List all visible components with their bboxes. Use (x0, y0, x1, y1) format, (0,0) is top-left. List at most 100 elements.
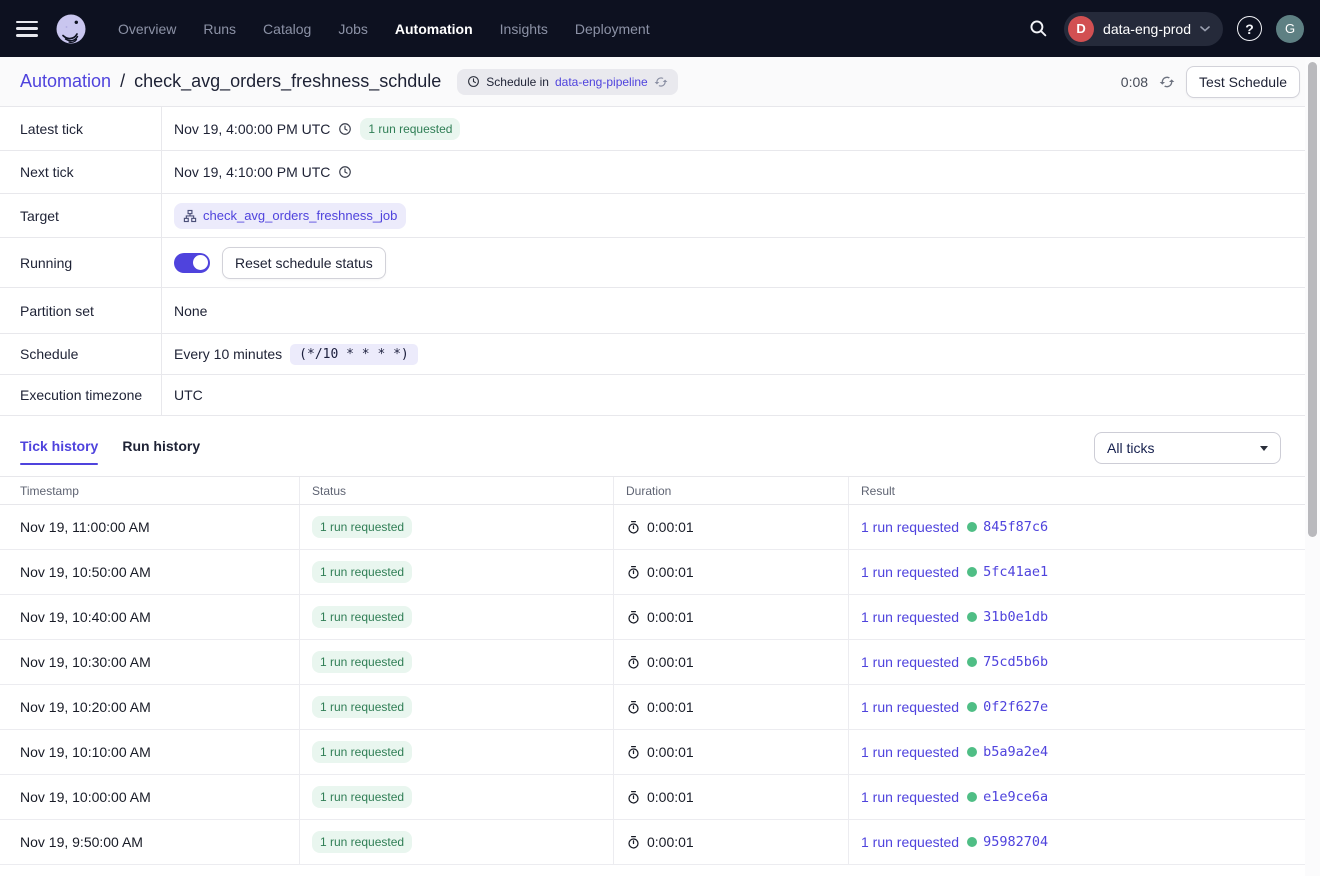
page-title: check_avg_orders_freshness_schdule (134, 71, 441, 92)
tick-timestamp: Nov 19, 10:10:00 AM (0, 730, 300, 774)
table-row: Nov 19, 10:50:00 AM 1 run requested 0:00… (0, 550, 1305, 595)
run-status-dot (967, 792, 977, 802)
detail-row-latest-tick: Latest tick Nov 19, 4:00:00 PM UTC 1 run… (0, 107, 1320, 151)
workspace-switcher[interactable]: D data-eng-prod (1064, 12, 1223, 46)
run-status-dot (967, 702, 977, 712)
table-row: Nov 19, 10:20:00 AM 1 run requested 0:00… (0, 685, 1305, 730)
search-icon[interactable] (1026, 17, 1050, 41)
run-id-link[interactable]: 845f87c6 (983, 519, 1048, 535)
run-id-link[interactable]: 0f2f627e (983, 699, 1048, 715)
run-status-dot (967, 837, 977, 847)
result-link[interactable]: 1 run requested (861, 789, 959, 805)
partition-set-value: None (174, 303, 207, 319)
reload-repo-icon[interactable] (654, 75, 668, 89)
col-header-status: Status (300, 477, 614, 504)
menu-icon[interactable] (16, 21, 38, 37)
stopwatch-icon (626, 745, 641, 760)
tick-filter-select[interactable]: All ticks (1094, 432, 1281, 464)
tick-timestamp: Nov 19, 10:20:00 AM (0, 685, 300, 729)
clock-icon (338, 122, 352, 136)
stopwatch-icon (626, 565, 641, 580)
tick-history-table: Timestamp Status Duration Result Nov 19,… (0, 476, 1305, 865)
stopwatch-icon (626, 610, 641, 625)
workspace-avatar: D (1068, 16, 1094, 42)
detail-label: Execution timezone (0, 375, 162, 415)
target-job-link[interactable]: check_avg_orders_freshness_job (203, 208, 397, 223)
scrollbar-thumb[interactable] (1308, 62, 1317, 537)
run-id-link[interactable]: e1e9ce6a (983, 789, 1048, 805)
nav-item-automation[interactable]: Automation (395, 21, 473, 37)
tick-timestamp: Nov 19, 10:00:00 AM (0, 775, 300, 819)
result-link[interactable]: 1 run requested (861, 609, 959, 625)
detail-label: Next tick (0, 151, 162, 193)
result-link[interactable]: 1 run requested (861, 519, 959, 535)
tab-run-history[interactable]: Run history (122, 438, 200, 465)
user-avatar[interactable]: G (1276, 15, 1304, 43)
col-header-timestamp: Timestamp (0, 477, 300, 504)
status-badge: 1 run requested (312, 516, 412, 538)
tick-timestamp: Nov 19, 10:50:00 AM (0, 550, 300, 594)
col-header-result: Result (849, 477, 1305, 504)
test-schedule-button[interactable]: Test Schedule (1186, 66, 1300, 98)
tab-tick-history[interactable]: Tick history (20, 438, 98, 465)
next-tick-value: Nov 19, 4:10:00 PM UTC (174, 164, 330, 180)
nav-item-deployment[interactable]: Deployment (575, 21, 650, 37)
job-graph-icon (183, 209, 197, 223)
nav-right: D data-eng-prod ? G (1026, 12, 1304, 46)
cron-expression: (*/10 * * * *) (290, 344, 418, 365)
nav-item-insights[interactable]: Insights (500, 21, 548, 37)
result-link[interactable]: 1 run requested (861, 654, 959, 670)
detail-row-target: Target check_avg_orders_freshness_job (0, 194, 1320, 238)
caret-down-icon (1260, 446, 1268, 451)
timezone-value: UTC (174, 387, 203, 403)
status-badge: 1 run requested (312, 741, 412, 763)
status-badge: 1 run requested (312, 651, 412, 673)
run-id-link[interactable]: 75cd5b6b (983, 654, 1048, 670)
repo-link[interactable]: data-eng-pipeline (555, 75, 648, 89)
status-badge: 1 run requested (312, 606, 412, 628)
dagster-logo-icon (54, 12, 88, 46)
table-row: Nov 19, 11:00:00 AM 1 run requested 0:00… (0, 505, 1305, 550)
run-id-link[interactable]: b5a9a2e4 (983, 744, 1048, 760)
table-row: Nov 19, 9:50:00 AM 1 run requested 0:00:… (0, 820, 1305, 865)
help-icon[interactable]: ? (1237, 16, 1262, 41)
result-link[interactable]: 1 run requested (861, 564, 959, 580)
table-header: Timestamp Status Duration Result (0, 476, 1305, 505)
run-id-link[interactable]: 5fc41ae1 (983, 564, 1048, 580)
result-link[interactable]: 1 run requested (861, 834, 959, 850)
detail-row-running: Running Reset schedule status (0, 238, 1320, 288)
detail-label: Latest tick (0, 107, 162, 150)
breadcrumb-bar: Automation / check_avg_orders_freshness_… (0, 57, 1320, 107)
latest-tick-status-badge: 1 run requested (360, 118, 460, 140)
result-link[interactable]: 1 run requested (861, 744, 959, 760)
run-status-dot (967, 747, 977, 757)
nav-item-jobs[interactable]: Jobs (338, 21, 368, 37)
stopwatch-icon (626, 790, 641, 805)
nav-item-runs[interactable]: Runs (203, 21, 236, 37)
workspace-name: data-eng-prod (1103, 21, 1191, 37)
tick-timestamp: Nov 19, 9:50:00 AM (0, 820, 300, 864)
refresh-icon[interactable] (1159, 74, 1175, 90)
scrollbar-track[interactable] (1305, 57, 1320, 876)
result-link[interactable]: 1 run requested (861, 699, 959, 715)
running-toggle[interactable] (174, 253, 210, 273)
detail-label: Running (0, 238, 162, 287)
nav-item-catalog[interactable]: Catalog (263, 21, 311, 37)
reset-schedule-status-button[interactable]: Reset schedule status (222, 247, 386, 279)
tick-timestamp: Nov 19, 11:00:00 AM (0, 505, 300, 549)
status-badge: 1 run requested (312, 696, 412, 718)
run-status-dot (967, 567, 977, 577)
clock-icon (338, 165, 352, 179)
nav-links: Overview Runs Catalog Jobs Automation In… (118, 21, 650, 37)
run-id-link[interactable]: 95982704 (983, 834, 1048, 850)
breadcrumb-automation-link[interactable]: Automation (20, 71, 111, 92)
run-status-dot (967, 657, 977, 667)
top-navbar: Overview Runs Catalog Jobs Automation In… (0, 0, 1320, 57)
table-row: Nov 19, 10:40:00 AM 1 run requested 0:00… (0, 595, 1305, 640)
nav-item-overview[interactable]: Overview (118, 21, 176, 37)
tick-filter-value: All ticks (1107, 440, 1154, 456)
detail-row-partition-set: Partition set None (0, 288, 1320, 334)
run-id-link[interactable]: 31b0e1db (983, 609, 1048, 625)
status-badge: 1 run requested (312, 831, 412, 853)
target-job-pill: check_avg_orders_freshness_job (174, 203, 406, 229)
